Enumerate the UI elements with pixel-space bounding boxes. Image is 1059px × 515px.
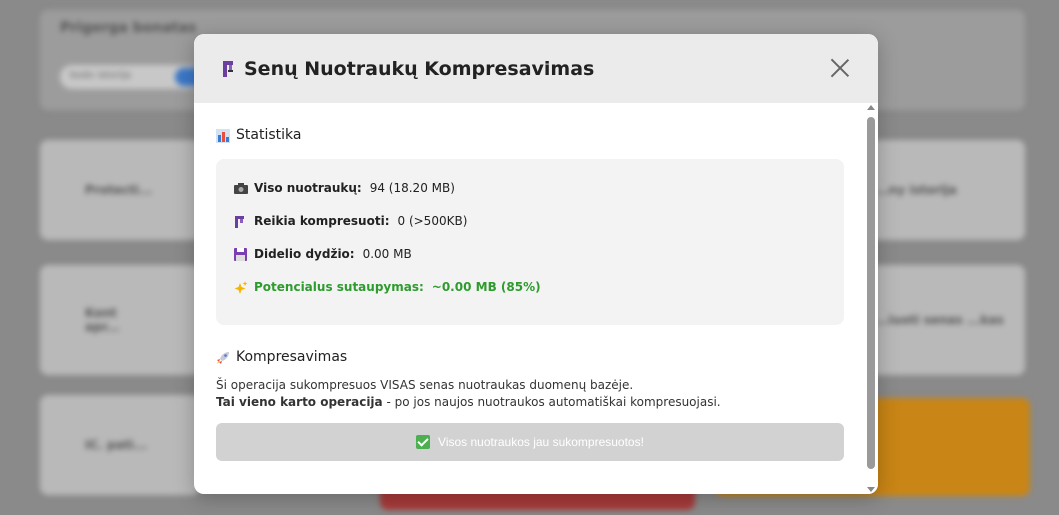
scroll-up-arrow-icon[interactable] (867, 105, 875, 110)
modal-title: Senų Nuotraukų Kompresavimas (222, 58, 594, 80)
description-line-1: Ši operacija sukompresuos VISAS senas nu… (216, 378, 634, 392)
stat-total-photos: Viso nuotraukų: 94 (18.20 MB) (234, 181, 826, 195)
clamp-icon (222, 60, 234, 78)
camera-icon (234, 182, 248, 194)
compression-modal: Senų Nuotraukų Kompresavimas Statistika (194, 34, 878, 494)
check-icon (416, 435, 431, 449)
compression-heading-text: Kompresavimas (236, 349, 348, 365)
background-tile-right-2: ...iuoti senas ...kas (860, 265, 1025, 375)
modal-header: Senų Nuotraukų Kompresavimas (194, 34, 878, 103)
stat-large-size: Didelio dydžio: 0.00 MB (234, 247, 826, 261)
compression-description: Ši operacija sukompresuos VISAS senas nu… (216, 377, 842, 411)
background-tile-1: Protecti... (40, 140, 200, 240)
stat-potential-value: ~0.00 MB (85%) (431, 280, 541, 294)
close-button[interactable] (828, 56, 852, 80)
modal-body: Statistika Viso nuotraukų: 94 (18.20 MB) (194, 103, 864, 494)
stat-need-compress-label: Reikia kompresuoti: (254, 214, 390, 228)
stat-need-compress-value: 0 (>500KB) (397, 214, 468, 228)
bar-chart-icon (216, 129, 230, 143)
rocket-icon (216, 351, 229, 364)
stat-large-size-label: Didelio dydžio: (254, 247, 355, 261)
floppy-disk-icon (234, 248, 247, 261)
scroll-thumb[interactable] (867, 117, 875, 469)
background-tile-3: IC. pati... (40, 395, 200, 495)
background-tile-2: Kont apr... (40, 265, 200, 375)
clamp-icon (234, 215, 246, 228)
background-title: Prigerga bonatas (60, 20, 197, 36)
sparkles-icon (234, 281, 248, 294)
description-line-2: Tai vieno karto operacija - po jos naujo… (216, 394, 842, 411)
stat-total-value: 94 (18.20 MB) (369, 181, 455, 195)
stat-potential-label: Potencialus sutaupymas: (254, 280, 424, 294)
stat-need-compress: Reikia kompresuoti: 0 (>500KB) (234, 214, 826, 228)
background-tile-right-1: ...ny istorija (860, 140, 1025, 240)
compression-heading: Kompresavimas (216, 349, 842, 365)
stat-large-size-value: 0.00 MB (362, 247, 412, 261)
stat-total-label: Viso nuotraukų: (254, 181, 362, 195)
modal-scrollbar[interactable] (864, 103, 878, 494)
modal-title-text: Senų Nuotraukų Kompresavimas (244, 57, 595, 80)
description-rest: - po jos naujos nuotraukos automatiškai … (382, 395, 721, 409)
statistics-heading: Statistika (216, 127, 842, 143)
statistics-heading-text: Statistika (236, 127, 302, 143)
all-compressed-button[interactable]: Visos nuotraukos jau sukompresuotos! (216, 423, 844, 461)
all-compressed-label: Visos nuotraukos jau sukompresuotos! (438, 435, 644, 449)
stat-potential-savings: Potencialus sutaupymas: ~0.00 MB (85%) (234, 280, 826, 294)
description-bold: Tai vieno karto operacija (216, 395, 383, 409)
scroll-down-arrow-icon[interactable] (867, 487, 875, 492)
statistics-box: Viso nuotraukų: 94 (18.20 MB) Reikia kom… (216, 159, 844, 325)
